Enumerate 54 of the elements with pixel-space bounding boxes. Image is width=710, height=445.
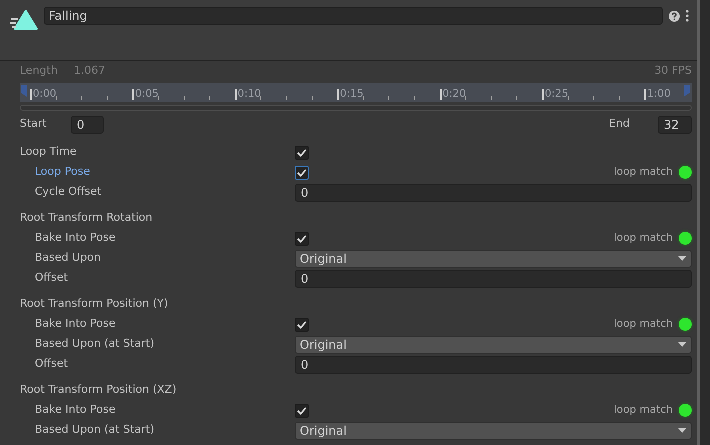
tick-label: 0:05 — [134, 88, 159, 98]
number-field[interactable]: 0 — [295, 184, 692, 202]
tick-label: 0:20 — [442, 88, 466, 98]
property-label: Based Upon (at Start) — [34, 422, 156, 438]
start-marker-icon[interactable] — [21, 84, 27, 96]
property-label: Based Upon — [34, 250, 102, 266]
tick-label: 0:15 — [339, 88, 364, 98]
tick-label: 1:00 — [646, 88, 671, 98]
property-label: Loop Pose — [34, 164, 92, 180]
checkbox[interactable] — [295, 166, 309, 180]
start-field[interactable]: 0 — [71, 116, 104, 134]
timeline-scrollbar[interactable] — [20, 104, 692, 110]
clip-name-field[interactable]: Falling — [44, 7, 663, 25]
fps-label: 30 FPS — [654, 63, 692, 79]
checkbox[interactable] — [295, 146, 309, 160]
dropdown[interactable]: Original — [295, 250, 692, 268]
property-label: Bake Into Pose — [34, 402, 117, 418]
property-label: Cycle Offset — [34, 184, 103, 200]
end-field[interactable]: 32 — [658, 116, 692, 134]
checkbox[interactable] — [295, 232, 309, 246]
animation-clip-icon — [10, 9, 38, 31]
dropdown[interactable]: Original — [295, 422, 692, 440]
property-label: Root Transform Position (XZ) — [20, 382, 178, 398]
property-label: Root Transform Position (Y) — [20, 296, 170, 312]
property-label: Bake Into Pose — [34, 316, 117, 332]
help-icon[interactable] — [669, 10, 680, 22]
tick-label: 0:00 — [32, 88, 57, 98]
length-label: Length — [20, 63, 58, 79]
property-label: Bake Into Pose — [34, 230, 117, 246]
caret-icon — [678, 428, 687, 433]
property-label: Offset — [34, 356, 70, 372]
checkbox[interactable] — [295, 404, 309, 418]
checkbox[interactable] — [295, 318, 309, 332]
menu-icon[interactable] — [686, 10, 689, 22]
end-label: End — [609, 116, 630, 132]
caret-icon — [678, 342, 687, 347]
end-marker-icon[interactable] — [684, 84, 690, 96]
property-label: Root Transform Rotation — [20, 210, 154, 226]
loop-match-label: loop match — [614, 402, 673, 418]
dropdown[interactable]: Original — [295, 336, 692, 354]
length-value: 1.067 — [74, 63, 106, 79]
property-label: Loop Time — [20, 144, 78, 160]
number-field[interactable]: 0 — [295, 356, 692, 374]
loop-match-label: loop match — [614, 230, 673, 246]
scrollbar[interactable] — [697, 0, 710, 445]
property-label: Offset — [34, 270, 70, 286]
tick-label: 0:10 — [236, 88, 262, 98]
loop-match-label: loop match — [614, 164, 673, 180]
property-label: Based Upon (at Start) — [34, 336, 156, 352]
tick-label: 0:25 — [544, 88, 569, 98]
loop-match-label: loop match — [614, 316, 673, 332]
caret-icon — [678, 256, 687, 261]
number-field[interactable]: 0 — [295, 270, 692, 288]
start-label: Start — [20, 116, 48, 132]
